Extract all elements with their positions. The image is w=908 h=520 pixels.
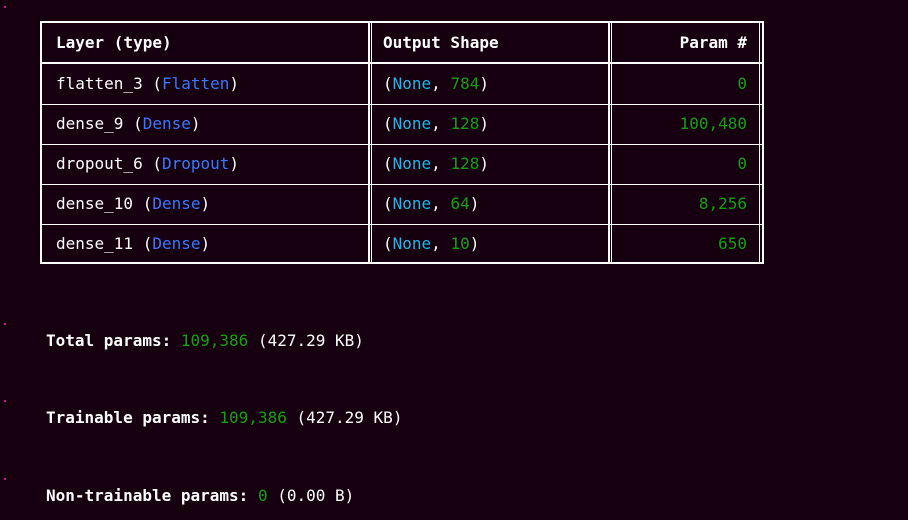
param-count: 0: [737, 154, 747, 173]
shape-dim: 64: [450, 194, 470, 213]
non-trainable-params-line: Non-trainable params: 0 (0.00 B): [46, 486, 354, 506]
param-count: 8,256: [698, 194, 747, 213]
header-output-shape: Output Shape: [383, 33, 499, 52]
header-layer-type: Layer (type): [56, 33, 172, 52]
header-param-count: Param #: [679, 33, 747, 52]
table-row: dense_9 (Dense) (None, 128) 100,480: [42, 104, 762, 144]
output-shape-cell: (None, 128): [383, 154, 489, 173]
trainable-params-line: Trainable params: 109,386 (427.29 KB): [46, 408, 402, 428]
layer-cell: dense_9 (Dense): [56, 114, 201, 133]
param-count: 650: [718, 234, 747, 253]
total-params-size: (427.29 KB): [257, 331, 364, 350]
total-params-label: Total params:: [46, 331, 172, 350]
layer-type: Dense: [142, 114, 191, 133]
none-keyword: None: [392, 194, 432, 213]
layer-type: Flatten: [161, 74, 230, 93]
shape-dim: 128: [450, 114, 480, 133]
layer-name: flatten_3: [56, 74, 143, 93]
table-row: dropout_6 (Dropout) (None, 128) 0: [42, 144, 762, 184]
cell-marker: [4, 478, 6, 480]
output-shape-cell: (None, 64): [383, 194, 480, 213]
layer-cell: dense_10 (Dense): [56, 194, 211, 213]
none-keyword: None: [392, 234, 432, 253]
output-shape-cell: (None, 10): [383, 234, 480, 253]
trainable-params-value: 109,386: [219, 408, 287, 427]
param-count: 100,480: [679, 114, 747, 133]
layer-cell: dropout_6 (Dropout): [56, 154, 240, 173]
output-shape-cell: (None, 128): [383, 114, 489, 133]
cell-marker: [4, 400, 6, 402]
cell-marker: [4, 6, 6, 8]
non-trainable-params-label: Non-trainable params:: [46, 486, 249, 505]
model-summary-table: Layer (type) Output Shape Param # flatte…: [40, 21, 764, 264]
none-keyword: None: [392, 114, 432, 133]
layer-type: Dense: [152, 194, 201, 213]
layer-name: dropout_6: [56, 154, 143, 173]
shape-dim: 10: [450, 234, 470, 253]
total-params-line: Total params: 109,386 (427.29 KB): [46, 331, 364, 351]
shape-dim: 128: [450, 154, 480, 173]
layer-type: Dense: [152, 234, 201, 253]
layer-name: dense_9: [56, 114, 124, 133]
non-trainable-params-value: 0: [257, 486, 268, 505]
trainable-params-size: (427.29 KB): [296, 408, 403, 427]
layer-name: dense_10: [56, 194, 134, 213]
none-keyword: None: [392, 154, 432, 173]
table-header: Layer (type) Output Shape Param #: [42, 23, 762, 64]
param-count: 0: [737, 74, 747, 93]
layer-name: dense_11: [56, 234, 134, 253]
shape-dim: 784: [450, 74, 480, 93]
layer-type: Dropout: [161, 154, 230, 173]
table-row: dense_11 (Dense) (None, 10) 650: [42, 224, 762, 264]
cell-marker: [4, 323, 6, 325]
output-shape-cell: (None, 784): [383, 74, 489, 93]
non-trainable-params-size: (0.00 B): [277, 486, 355, 505]
none-keyword: None: [392, 74, 432, 93]
trainable-params-label: Trainable params:: [46, 408, 210, 427]
table-row: dense_10 (Dense) (None, 64) 8,256: [42, 184, 762, 224]
total-params-value: 109,386: [180, 331, 249, 350]
layer-cell: flatten_3 (Flatten): [56, 74, 240, 93]
table-row: flatten_3 (Flatten) (None, 784) 0: [42, 64, 762, 104]
layer-cell: dense_11 (Dense): [56, 234, 211, 253]
